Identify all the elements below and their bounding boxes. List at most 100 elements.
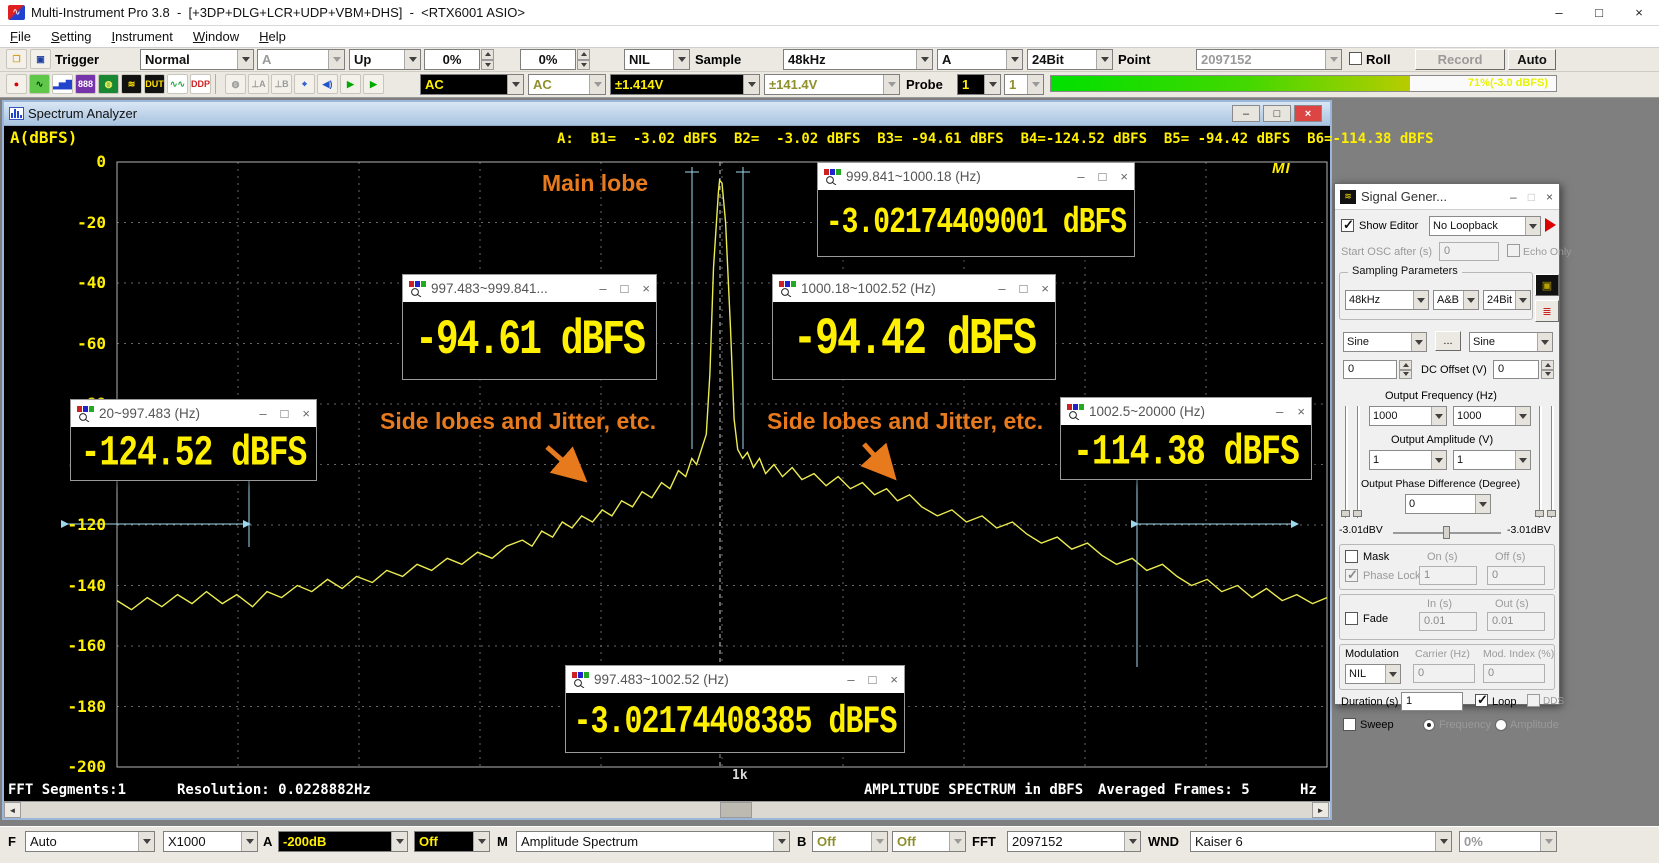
ddp-close-button[interactable]: × [890, 672, 898, 687]
ddp-maximize-button[interactable]: □ [869, 672, 877, 687]
close-button[interactable]: × [1619, 0, 1659, 26]
derived-data-point-icon[interactable]: ∿∿ [167, 74, 188, 94]
phase-lock-checkbox[interactable] [1345, 569, 1358, 582]
ddp-window-main-lobe-band[interactable]: 997.483~1002.52 (Hz) –□× -3.02174408385 … [565, 665, 905, 753]
amplitude-a-dropdown[interactable]: 1 [1369, 450, 1447, 470]
menu-instrument[interactable]: Instrument [101, 29, 182, 44]
siggen-multitone-icon[interactable]: ≣ [1535, 300, 1559, 322]
ddp-close-button[interactable]: × [642, 281, 650, 296]
ddp-window-right-sidelobe[interactable]: 1000.18~1002.52 (Hz) –□× -94.42 dBFS [772, 274, 1056, 380]
siggen-rate-dropdown[interactable]: 48kHz [1345, 290, 1429, 310]
sample-channels-dropdown[interactable]: A [937, 49, 1023, 70]
spectrum-restore-button[interactable]: □ [1263, 105, 1291, 122]
ddp-minimize-button[interactable]: – [847, 672, 854, 687]
ddp-titlebar[interactable]: 999.841~1000.18 (Hz) –□× [818, 163, 1134, 190]
ddp-maximize-button[interactable]: □ [1099, 169, 1107, 184]
phase-dropdown[interactable]: 0 [1405, 494, 1491, 514]
dc-offset-b-spinner[interactable] [1541, 360, 1554, 379]
ddp-close-button[interactable]: × [1297, 404, 1305, 419]
mask-checkbox[interactable] [1345, 550, 1358, 563]
auto-button[interactable]: Auto [1508, 49, 1556, 70]
amplitude-slider-a2[interactable] [1357, 406, 1360, 518]
slider-handle[interactable] [1353, 510, 1362, 517]
fade-in-field[interactable]: 0.01 [1419, 612, 1477, 631]
maximize-button[interactable]: □ [1579, 0, 1619, 26]
ddp-window-peak[interactable]: 999.841~1000.18 (Hz) –□× -3.02174409001 … [817, 162, 1135, 257]
menu-window[interactable]: Window [183, 29, 249, 44]
balance-slider-thumb[interactable] [1443, 526, 1450, 539]
duration-field[interactable]: 1 [1401, 692, 1463, 711]
trigger-level-spinner[interactable]: 0% [424, 49, 494, 70]
siggen-channels-dropdown[interactable]: A&B [1433, 290, 1479, 310]
modulation-type-dropdown[interactable]: NIL [1345, 664, 1401, 684]
ddp-close-button[interactable]: × [302, 406, 310, 421]
slider-handle[interactable] [1547, 510, 1556, 517]
save-icon[interactable]: ▣ [30, 49, 51, 69]
play-loop-icon[interactable]: ▶ [363, 74, 384, 94]
amplitude-b-dropdown[interactable]: 1 [1453, 450, 1531, 470]
frequency-multiplier-dropdown[interactable]: X1000 [163, 831, 258, 852]
echo-only-checkbox[interactable] [1507, 244, 1520, 257]
minimize-button[interactable]: – [1539, 0, 1579, 26]
mask-on-field[interactable]: 1 [1419, 566, 1477, 585]
spectrum-close-button[interactable]: × [1294, 105, 1322, 122]
siggen-run-icon[interactable] [1545, 218, 1556, 232]
slider-handle[interactable] [1535, 510, 1544, 517]
trigger-source-dropdown[interactable]: A [257, 49, 345, 70]
ddp-titlebar[interactable]: 1000.18~1002.52 (Hz) –□× [773, 275, 1055, 302]
signal-generator-icon[interactable]: ≋ [121, 74, 142, 94]
dc-offset-b-field[interactable]: 0 [1493, 360, 1539, 379]
ddp-minimize-button[interactable]: – [998, 281, 1005, 296]
spectrum-minimize-button[interactable]: – [1232, 105, 1260, 122]
window-function-dropdown[interactable]: Kaiser 6 [1190, 831, 1452, 852]
spectrum-analyzer-icon[interactable]: ▂▅▇ [52, 74, 73, 94]
sweep-amplitude-radio[interactable] [1495, 719, 1507, 731]
siggen-minimize-button[interactable]: – [1510, 190, 1517, 204]
range-a-dropdown[interactable]: ±1.414V [610, 74, 760, 95]
ddp-window-high-band[interactable]: 1002.5~20000 (Hz) –× -114.38 dBFS [1060, 397, 1312, 480]
ddp-maximize-button[interactable]: □ [621, 281, 629, 296]
multimeter-icon[interactable]: 888 [75, 74, 96, 94]
horizontal-scrollbar[interactable]: ◄ ► [4, 801, 1330, 818]
waveform-a-dropdown[interactable]: Sine [1343, 332, 1427, 352]
menu-file[interactable]: File [0, 29, 41, 44]
amplitude-slider-b2[interactable] [1551, 406, 1554, 518]
ddp-close-button[interactable]: × [1041, 281, 1049, 296]
frequency-axis-dropdown[interactable]: Auto [25, 831, 155, 852]
coupling-a-dropdown[interactable]: AC [420, 74, 524, 95]
dc-offset-a-spinner[interactable] [1399, 360, 1412, 379]
start-osc-field[interactable]: 0 [1439, 242, 1499, 261]
fade-out-field[interactable]: 0.01 [1487, 612, 1545, 631]
a-range-dropdown[interactable]: -200dB [278, 831, 408, 852]
record-button[interactable]: Record [1415, 49, 1505, 70]
calibration-a-icon[interactable]: ⊥A [248, 74, 269, 94]
menu-setting[interactable]: Setting [41, 29, 101, 44]
loopback-dropdown[interactable]: No Loopback [1429, 216, 1541, 236]
frequency-b-dropdown[interactable]: 1000 [1453, 406, 1531, 426]
ddp-minimize-button[interactable]: – [1077, 169, 1084, 184]
calibration-b-icon[interactable]: ⊥B [271, 74, 292, 94]
ddp-array-viewer-icon[interactable]: DDP [190, 74, 211, 94]
dc-offset-a-field[interactable]: 0 [1343, 360, 1397, 379]
ddp-minimize-button[interactable]: – [1276, 404, 1283, 419]
siggen-close-button[interactable]: × [1546, 190, 1553, 204]
sample-rate-dropdown[interactable]: 48kHz [783, 49, 933, 70]
sweep-frequency-radio[interactable] [1423, 719, 1435, 731]
play-icon[interactable]: ▶ [340, 74, 361, 94]
siggen-bits-dropdown[interactable]: 24Bit [1483, 290, 1531, 310]
mask-off-field[interactable]: 0 [1487, 566, 1545, 585]
coupling-b-dropdown[interactable]: AC [528, 74, 606, 95]
spectrum-titlebar[interactable]: Spectrum Analyzer – □ × [4, 102, 1330, 126]
fft-size-dropdown[interactable]: 2097152 [1007, 831, 1141, 852]
a-reference-dropdown[interactable]: Off [414, 831, 490, 852]
range-b-dropdown[interactable]: ±141.4V [764, 74, 900, 95]
oscilloscope-icon[interactable]: ∿ [29, 74, 50, 94]
run-stop-icon[interactable]: ● [6, 74, 27, 94]
view-mode-dropdown[interactable]: Amplitude Spectrum [516, 831, 790, 852]
loop-checkbox[interactable] [1475, 694, 1488, 707]
ddp-minimize-button[interactable]: – [599, 281, 606, 296]
amplitude-slider-a1[interactable] [1345, 406, 1348, 518]
b-range-dropdown[interactable]: Off [812, 831, 888, 852]
ddp-titlebar[interactable]: 20~997.483 (Hz) –□× [71, 400, 316, 427]
ddp-titlebar[interactable]: 997.483~1002.52 (Hz) –□× [566, 666, 904, 693]
